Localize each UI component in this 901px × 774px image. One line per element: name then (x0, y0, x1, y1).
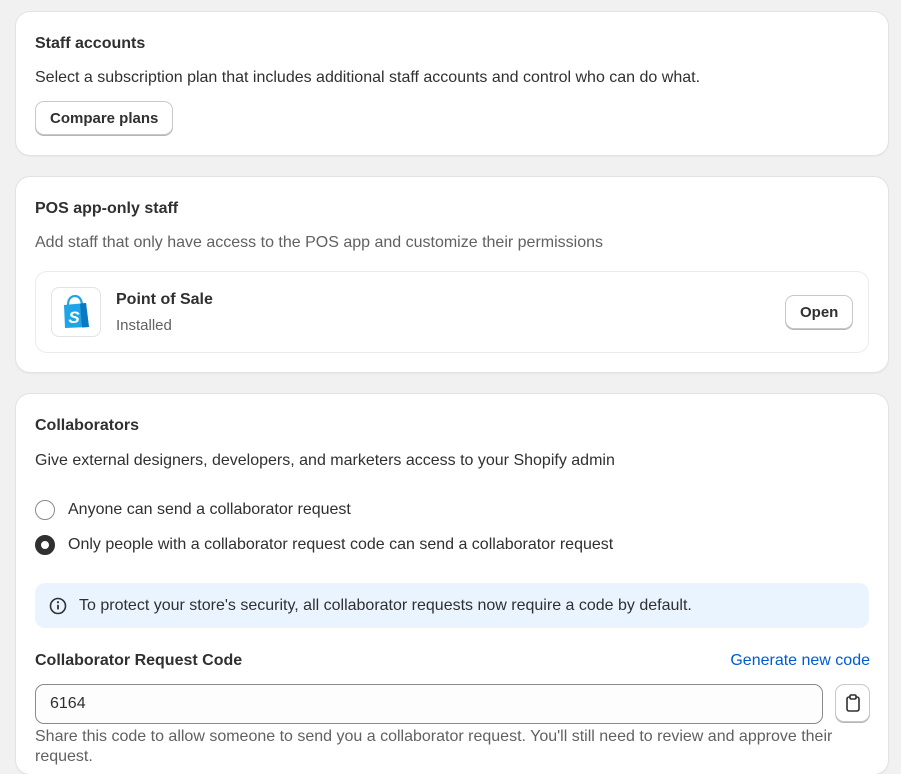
svg-text:S: S (68, 308, 80, 327)
pos-staff-description: Add staff that only have access to the P… (35, 234, 604, 251)
code-field-label: Collaborator Request Code (35, 652, 243, 669)
collaborators-description: Give external designers, developers, and… (35, 452, 615, 469)
staff-accounts-card: Staff accounts Select a subscription pla… (16, 12, 888, 155)
radio-anyone[interactable]: Anyone can send a collaborator request (35, 499, 351, 521)
info-icon (49, 597, 67, 615)
compare-plans-button[interactable]: Compare plans (35, 101, 174, 135)
security-banner: To protect your store's security, all co… (35, 583, 869, 628)
radio-anyone-control[interactable] (35, 500, 55, 520)
clipboard-icon (845, 694, 861, 712)
radio-code-only-control[interactable] (35, 535, 55, 555)
copy-code-button[interactable] (835, 684, 870, 722)
shopify-bag-icon: S (51, 287, 101, 337)
staff-accounts-title: Staff accounts (35, 35, 146, 52)
generate-code-link[interactable]: Generate new code (730, 652, 870, 670)
radio-anyone-label: Anyone can send a collaborator request (68, 501, 351, 518)
collaborator-code-input[interactable] (35, 684, 823, 724)
security-banner-text: To protect your store's security, all co… (79, 596, 692, 614)
radio-code-only-label: Only people with a collaborator request … (68, 536, 614, 553)
pos-app-name: Point of Sale (116, 291, 213, 308)
radio-code-only[interactable]: Only people with a collaborator request … (35, 534, 613, 556)
pos-app-status: Installed (116, 317, 172, 334)
code-help-text: Share this code to allow someone to send… (35, 728, 833, 765)
pos-staff-card: POS app-only staff Add staff that only h… (16, 177, 888, 372)
collaborators-title: Collaborators (35, 417, 140, 434)
staff-accounts-description: Select a subscription plan that includes… (35, 69, 701, 86)
open-pos-button[interactable]: Open (785, 295, 854, 329)
pos-app-row: S Point of Sale Installed Open (35, 271, 869, 353)
collaborators-card: Collaborators Give external designers, d… (16, 394, 888, 774)
pos-staff-title: POS app-only staff (35, 200, 179, 217)
